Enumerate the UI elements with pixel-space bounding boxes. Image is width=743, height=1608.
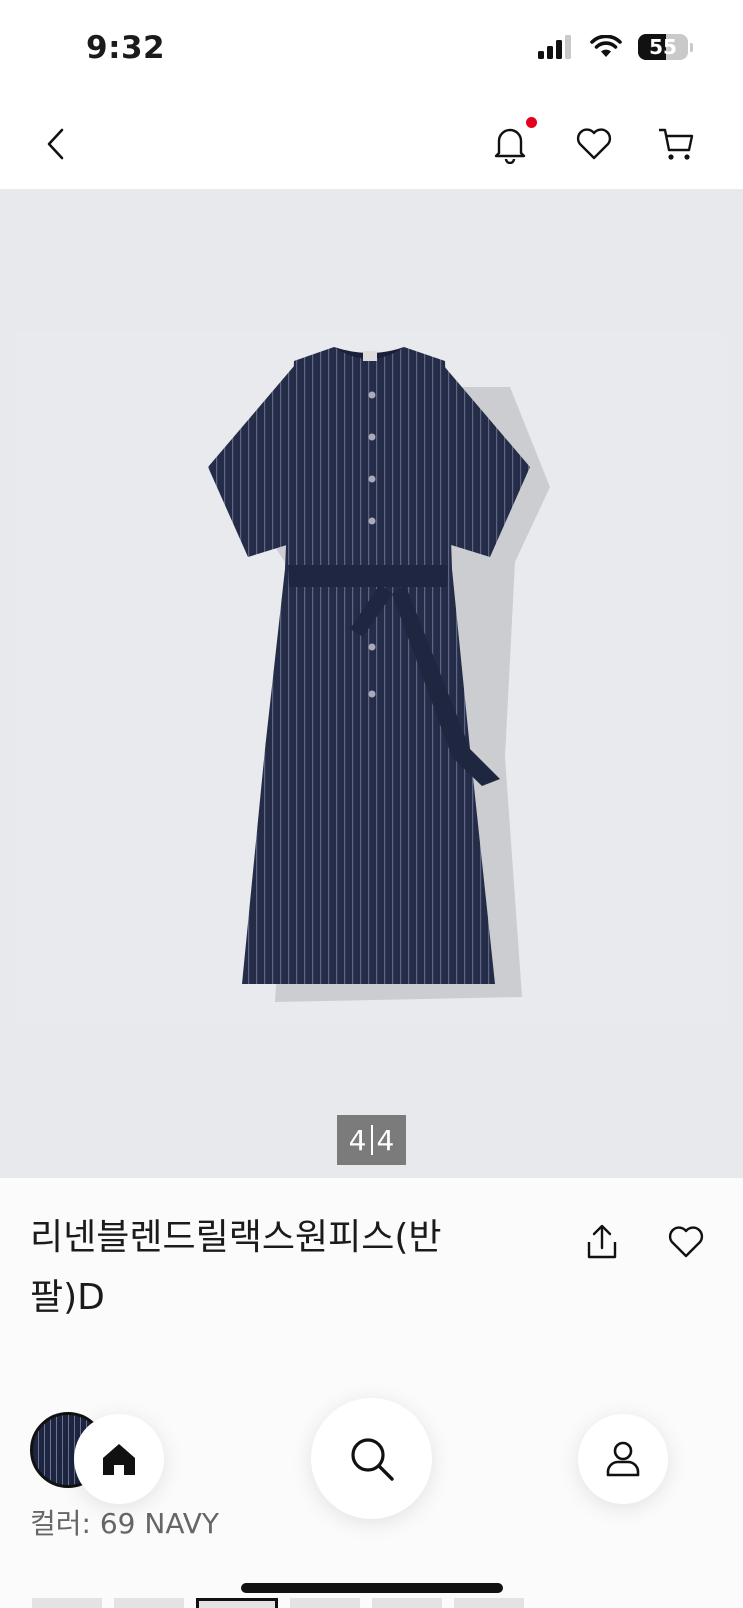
thumbnail[interactable] [372, 1598, 442, 1608]
thumbnail[interactable] [114, 1598, 184, 1608]
notification-badge [526, 117, 537, 128]
share-button[interactable] [582, 1220, 622, 1264]
pager-current: 4 [348, 1123, 367, 1157]
thumbnail[interactable] [454, 1598, 524, 1608]
status-time: 9:32 [86, 30, 166, 66]
wishlist-button[interactable] [572, 120, 616, 168]
battery-icon: 55 [638, 34, 688, 60]
status-bar: 9:32 55 [0, 0, 743, 100]
home-icon [103, 1444, 135, 1475]
pager-divider [370, 1125, 373, 1155]
cart-icon [659, 128, 694, 160]
home-button[interactable] [74, 1414, 164, 1504]
bell-icon [494, 128, 526, 164]
account-button[interactable] [578, 1414, 668, 1504]
search-icon [350, 1437, 394, 1481]
product-image-gallery[interactable]: 4 4 [0, 189, 743, 1178]
product-screen: 9:32 55 4 4 리넨블렌드릴랙스원피스(반팔)D 컬러: 69 NAVY [0, 0, 743, 1608]
image-pager: 4 4 [337, 1115, 406, 1165]
color-label: 컬러: 69 NAVY [30, 1507, 219, 1540]
product-info: 리넨블렌드릴랙스원피스(반팔)D 컬러: 69 NAVY [0, 1178, 743, 1608]
chevron-left-icon [47, 128, 64, 160]
product-title: 리넨블렌드릴랙스원피스(반팔)D [30, 1217, 442, 1318]
signal-icon [538, 35, 571, 59]
heart-icon [668, 1226, 704, 1258]
wifi-icon [590, 35, 622, 57]
thumbnail-selected[interactable] [196, 1598, 278, 1608]
pager-total: 4 [376, 1123, 395, 1157]
product-wishlist-button[interactable] [664, 1220, 708, 1264]
battery-percent: 55 [649, 35, 677, 59]
search-button[interactable] [311, 1398, 432, 1519]
thumbnail-strip [32, 1598, 524, 1608]
back-button[interactable] [34, 120, 78, 168]
user-icon [606, 1441, 640, 1477]
nav-bar [0, 100, 743, 189]
thumbnail[interactable] [32, 1598, 102, 1608]
thumbnail[interactable] [290, 1598, 360, 1608]
product-image [208, 347, 550, 1002]
status-icons: 55 [538, 34, 693, 60]
heart-icon [576, 128, 612, 160]
home-indicator [241, 1583, 503, 1593]
battery-cap [690, 42, 693, 52]
share-icon [587, 1224, 617, 1259]
notification-button[interactable] [488, 117, 537, 168]
cart-button[interactable] [654, 120, 698, 168]
